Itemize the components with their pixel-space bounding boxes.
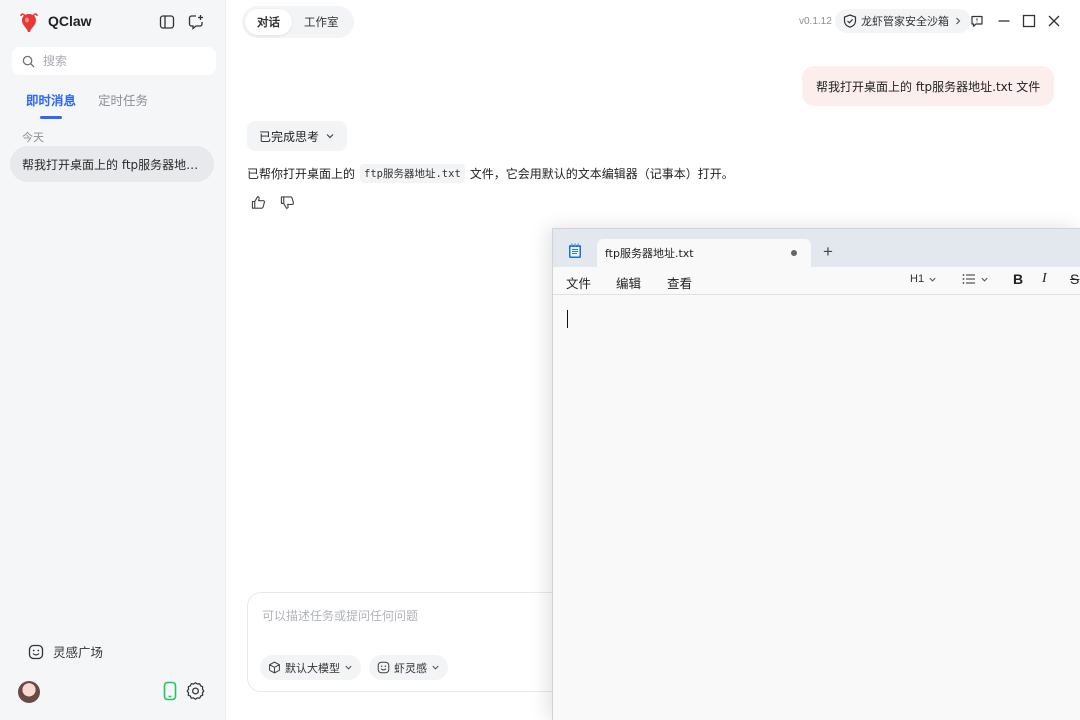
- shield-icon: [843, 14, 857, 28]
- menu-file[interactable]: 文件: [566, 273, 591, 292]
- heading-dropdown[interactable]: H1: [910, 273, 937, 285]
- reply-suffix: 文件，它会用默认的文本编辑器（记事本）打开。: [469, 167, 734, 181]
- maximize-button[interactable]: [1020, 12, 1038, 30]
- thumbs-down-icon: [280, 196, 295, 209]
- version-label: v0.1.12: [799, 16, 832, 27]
- list-icon: [962, 274, 975, 284]
- reply-prefix: 已帮你打开桌面上的: [247, 167, 356, 181]
- list-dropdown[interactable]: [962, 273, 989, 285]
- chevron-right-icon: [956, 17, 961, 25]
- heading-label: H1: [910, 273, 925, 285]
- thumbs-down-button[interactable]: [280, 195, 295, 210]
- phone-icon: [163, 681, 177, 701]
- sidebar: QClaw 即时消息 定时任务 今天 帮我打开桌面上的 ftp服务器地址.txt…: [0, 0, 226, 720]
- inspiration-plaza-label: 灵感广场: [53, 645, 104, 660]
- notepad-tab[interactable]: ftp服务器地址.txt: [597, 239, 811, 267]
- notepad-titlebar[interactable]: ftp服务器地址.txt +: [553, 229, 1080, 267]
- smiley-icon: [28, 644, 44, 659]
- sidebar-toggle-button[interactable]: [157, 12, 177, 32]
- thinking-toggle[interactable]: 已完成思考: [247, 121, 348, 151]
- notepad-icon: [568, 243, 582, 259]
- notepad-window: ftp服务器地址.txt + 文件 编辑 查看 H1 B I S: [552, 228, 1080, 720]
- chevron-down-icon: [929, 277, 936, 282]
- tab-instant-messages[interactable]: 即时消息: [26, 90, 76, 115]
- feedback-button[interactable]: [968, 12, 986, 30]
- inspiration-selector[interactable]: 虾灵感: [369, 655, 448, 680]
- settings-button[interactable]: [186, 681, 205, 700]
- tab-scheduled-tasks[interactable]: 定时任务: [98, 90, 148, 115]
- inspiration-selector-label: 虾灵感: [394, 661, 427, 675]
- close-button[interactable]: [1045, 12, 1063, 30]
- notepad-text-area[interactable]: [553, 296, 1080, 720]
- user-message-bubble: 帮我打开桌面上的 ftp服务器地址.txt 文件: [802, 66, 1055, 106]
- sidebar-toggle-icon: [159, 15, 175, 29]
- chevron-down-icon: [326, 134, 334, 139]
- tab-chat[interactable]: 对话: [245, 9, 292, 35]
- strikethrough-button[interactable]: S: [1070, 271, 1079, 287]
- minimize-button[interactable]: [995, 12, 1013, 30]
- chevron-down-icon: [432, 665, 439, 670]
- new-chat-icon: [188, 15, 203, 30]
- unsaved-dot-icon[interactable]: [791, 250, 797, 256]
- reply-filename: ftp服务器地址.txt: [360, 164, 465, 183]
- new-tab-button[interactable]: +: [823, 243, 833, 261]
- search-icon: [22, 55, 35, 68]
- text-caret: [567, 310, 568, 328]
- thumbs-up-icon: [251, 196, 266, 209]
- security-sandbox-button[interactable]: 龙虾管家安全沙箱: [835, 9, 971, 33]
- maximize-icon: [1022, 14, 1036, 28]
- phone-button[interactable]: [162, 681, 178, 701]
- menu-view[interactable]: 查看: [667, 273, 692, 292]
- sidebar-tabs: 即时消息 定时任务: [26, 90, 148, 115]
- chevron-down-icon: [981, 277, 988, 282]
- smiley-icon: [377, 661, 390, 674]
- qclaw-logo-icon: [19, 12, 39, 34]
- date-group-label: 今天: [22, 131, 44, 144]
- thumbs-up-button[interactable]: [251, 195, 266, 210]
- bold-button[interactable]: B: [1013, 271, 1023, 287]
- inspiration-plaza-link[interactable]: 灵感广场: [28, 642, 103, 661]
- search-input[interactable]: [43, 54, 203, 68]
- model-selector-label: 默认大模型: [285, 661, 340, 675]
- menu-edit[interactable]: 编辑: [616, 273, 641, 292]
- search-box[interactable]: [12, 47, 216, 75]
- italic-button[interactable]: I: [1042, 271, 1047, 287]
- app-name: QClaw: [48, 13, 92, 29]
- user-avatar[interactable]: [18, 681, 40, 703]
- security-sandbox-label: 龙虾管家安全沙箱: [861, 15, 949, 28]
- conversation-title: 帮我打开桌面上的 ftp服务器地址.txt 文件: [22, 157, 202, 172]
- assistant-reply: 已帮你打开桌面上的 ftp服务器地址.txt 文件，它会用默认的文本编辑器（记事…: [247, 164, 734, 183]
- model-selector[interactable]: 默认大模型: [260, 655, 361, 680]
- chevron-down-icon: [345, 665, 352, 670]
- new-chat-button[interactable]: [186, 12, 206, 32]
- gear-icon: [186, 682, 205, 700]
- minimize-icon: [998, 20, 1010, 22]
- notepad-menubar: 文件 编辑 查看 H1 B I S: [553, 267, 1080, 295]
- thinking-label: 已完成思考: [259, 129, 320, 144]
- tab-studio[interactable]: 工作室: [292, 9, 351, 35]
- message-input[interactable]: [262, 607, 542, 631]
- conversation-item[interactable]: 帮我打开桌面上的 ftp服务器地址.txt 文件: [10, 146, 214, 182]
- close-icon: [1048, 15, 1060, 27]
- feedback-icon: [971, 15, 983, 27]
- notepad-tab-title: ftp服务器地址.txt: [605, 247, 694, 260]
- cube-icon: [269, 661, 280, 674]
- mode-switch: 对话 工作室: [242, 6, 354, 38]
